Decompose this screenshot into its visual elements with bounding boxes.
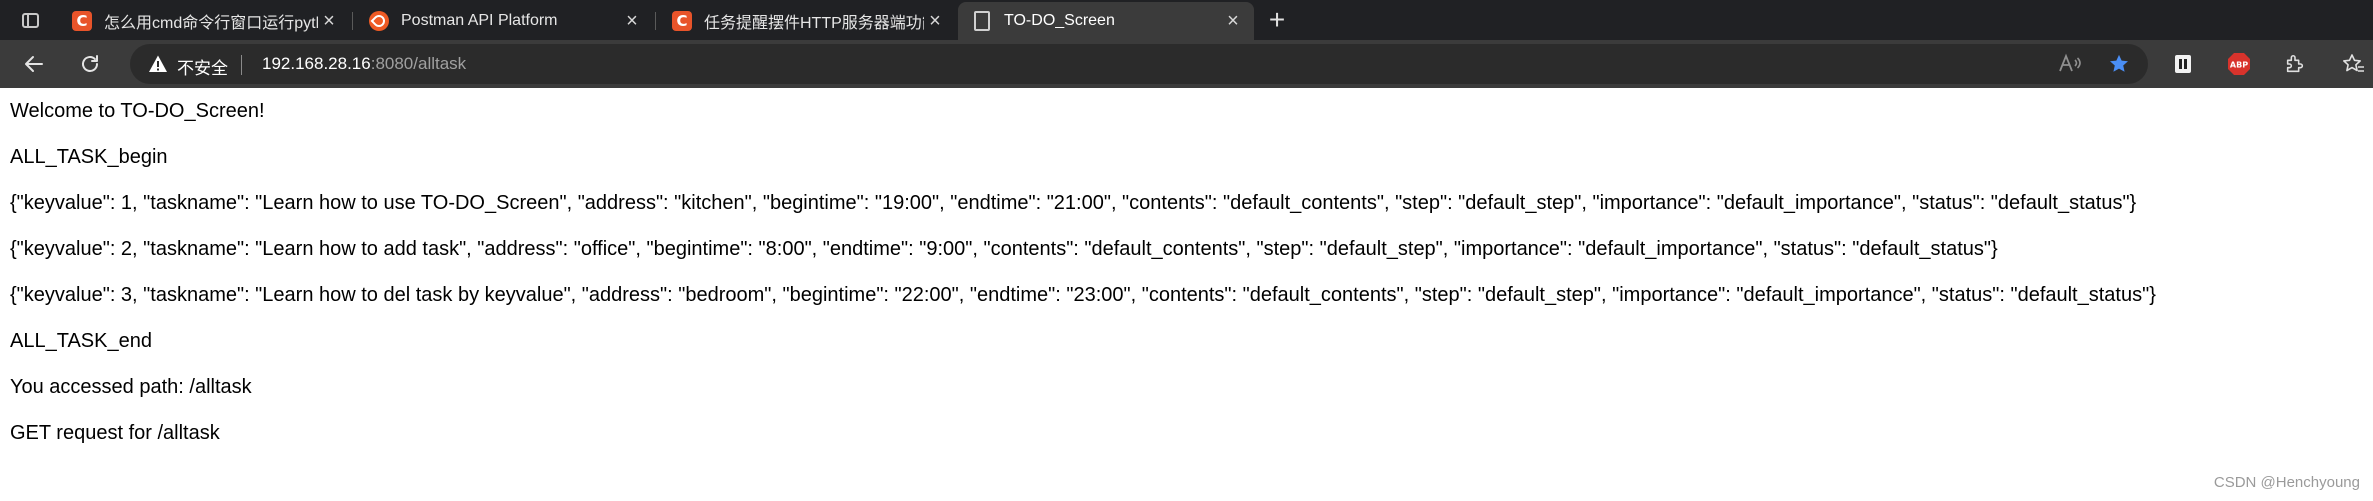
tab-divider [655, 12, 656, 30]
svg-text:ABP: ABP [2230, 61, 2248, 70]
csdn-icon [672, 11, 692, 31]
csdn-watermark: CSDN @Henchyoung [2213, 474, 2360, 491]
tab-title: TO-DO_Screen [1004, 12, 1115, 29]
close-icon[interactable]: × [924, 10, 946, 32]
task-record: {"keyvalue": 3, "taskname": "Learn how t… [10, 284, 2156, 306]
favorites-icon [2343, 54, 2364, 72]
tab-postman[interactable]: Postman API Platform × [355, 2, 653, 40]
arrow-left-icon [25, 56, 43, 72]
csdn-icon [72, 11, 92, 31]
tab-todo-screen[interactable]: TO-DO_Screen × [958, 2, 1254, 40]
star-icon [2110, 54, 2128, 72]
favorites-button[interactable] [2340, 51, 2366, 77]
puzzle-icon [2286, 54, 2304, 73]
extension-button[interactable] [2170, 51, 2196, 77]
tab-strip: 怎么用cmd命令行窗口运行pyth × Postman API Platform… [0, 0, 2373, 40]
close-icon[interactable]: × [621, 10, 643, 32]
close-icon[interactable]: × [1222, 10, 1244, 32]
warning-icon[interactable] [148, 54, 168, 74]
tab-divider [352, 12, 353, 30]
address-bar[interactable]: 不安全 192.168.28.16:8080/alltask [130, 44, 2148, 84]
welcome-text: Welcome to TO-DO_Screen! [10, 100, 265, 122]
request-method-text: GET request for /alltask [10, 422, 220, 444]
tab-title: 任务提醒摆件HTTP服务器端功能 [704, 15, 924, 32]
toolbar: 不安全 192.168.28.16:8080/alltask ABP [0, 40, 2373, 88]
new-tab-button[interactable]: + [1262, 5, 1292, 35]
extensions-button[interactable] [2282, 51, 2308, 77]
workspaces-icon [21, 12, 39, 28]
task-end-marker: ALL_TASK_end [10, 330, 152, 352]
adblock-icon: ABP [2228, 53, 2250, 75]
task-record: {"keyvalue": 1, "taskname": "Learn how t… [10, 192, 2137, 214]
extension-badge-icon [2175, 55, 2191, 73]
task-record: {"keyvalue": 2, "taskname": "Learn how t… [10, 238, 1998, 260]
tab-actions-button[interactable] [10, 7, 50, 33]
accessed-path-text: You accessed path: /alltask [10, 376, 252, 398]
adblock-button[interactable]: ABP [2226, 51, 2252, 77]
read-aloud-icon [2059, 53, 2081, 72]
close-icon[interactable]: × [318, 10, 340, 32]
back-button[interactable] [19, 49, 49, 79]
favorite-button[interactable] [2106, 51, 2132, 77]
tab-title: Postman API Platform [401, 12, 558, 29]
page-content: Welcome to TO-DO_Screen! ALL_TASK_begin … [10, 88, 2363, 456]
postman-icon [369, 11, 389, 31]
tab-csdn-http[interactable]: 任务提醒摆件HTTP服务器端功能 × [658, 2, 956, 40]
url-text[interactable]: 192.168.28.16:8080/alltask [262, 54, 466, 74]
read-aloud-button[interactable] [2057, 51, 2083, 77]
url-path: :8080/alltask [370, 54, 467, 73]
task-begin-marker: ALL_TASK_begin [10, 146, 168, 168]
url-host: 192.168.28.16 [262, 54, 371, 73]
address-divider [241, 55, 242, 75]
tab-csdn-cmd[interactable]: 怎么用cmd命令行窗口运行pyth × [58, 2, 350, 40]
reload-button[interactable] [75, 49, 105, 79]
security-label[interactable]: 不安全 [177, 54, 228, 79]
tab-title: 怎么用cmd命令行窗口运行pyth [104, 15, 318, 32]
reload-icon [82, 55, 98, 72]
document-icon [974, 11, 990, 31]
